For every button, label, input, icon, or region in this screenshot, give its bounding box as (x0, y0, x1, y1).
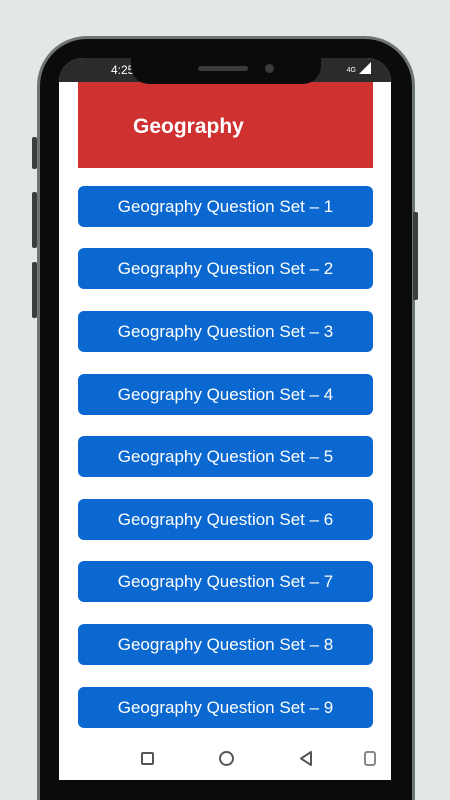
volume-up-button (32, 192, 37, 248)
recent-apps-icon[interactable] (141, 752, 154, 765)
volume-down-button (32, 262, 37, 318)
speaker-grille (198, 66, 248, 71)
question-set-5-button[interactable]: Geography Question Set – 5 (78, 436, 373, 477)
signal-icon (359, 62, 371, 74)
page-title: Geography (133, 115, 244, 138)
question-set-8-button[interactable]: Geography Question Set – 8 (78, 624, 373, 665)
rotate-icon[interactable] (364, 751, 376, 766)
right-side-button (413, 212, 418, 300)
back-icon[interactable] (299, 751, 313, 766)
question-set-2-button[interactable]: Geography Question Set – 2 (78, 248, 373, 289)
question-set-3-button[interactable]: Geography Question Set – 3 (78, 311, 373, 352)
question-set-4-button[interactable]: Geography Question Set – 4 (78, 374, 373, 415)
app-header: Geography (78, 82, 373, 168)
question-set-6-button[interactable]: Geography Question Set – 6 (78, 499, 373, 540)
status-icons: 4G (347, 62, 371, 74)
network-label: 4G (346, 67, 356, 74)
navigation-bar (59, 736, 391, 780)
phone-screen: 4:25 4G Geography Geography Question Set… (59, 58, 391, 780)
front-camera (265, 64, 274, 73)
question-set-9-button[interactable]: Geography Question Set – 9 (78, 687, 373, 728)
question-set-7-button[interactable]: Geography Question Set – 7 (78, 561, 373, 602)
camera-notch (131, 58, 321, 84)
home-icon[interactable] (219, 751, 234, 766)
question-set-1-button[interactable]: Geography Question Set – 1 (78, 186, 373, 227)
power-button (32, 137, 37, 169)
